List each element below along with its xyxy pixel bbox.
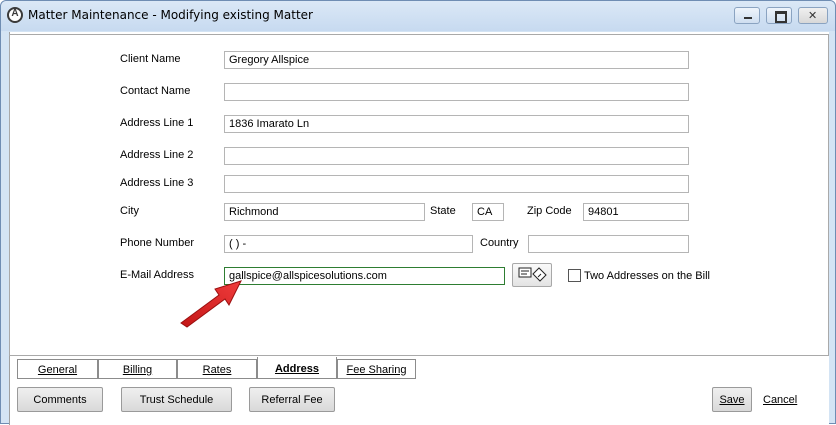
close-button[interactable] — [798, 7, 828, 24]
phone-number-field[interactable]: ( ) - — [224, 235, 473, 253]
country-label: Country — [480, 237, 519, 249]
country-field[interactable] — [528, 235, 689, 253]
tab-address[interactable]: Address — [257, 357, 337, 379]
zip-code-field[interactable]: 94801 — [583, 203, 689, 221]
address-line-2-label: Address Line 2 — [120, 149, 194, 161]
two-addresses-checkbox[interactable] — [568, 269, 581, 282]
zip-code-label: Zip Code — [527, 205, 572, 217]
address-line-3-label: Address Line 3 — [120, 177, 194, 189]
address-line-3-field[interactable] — [224, 175, 689, 193]
address-card-icon — [518, 267, 547, 282]
state-label: State — [430, 205, 456, 217]
client-name-field[interactable]: Gregory Allspice — [224, 51, 689, 69]
cancel-button[interactable]: Cancel — [763, 394, 797, 406]
comments-button[interactable]: Comments — [17, 387, 103, 412]
state-field[interactable]: CA — [472, 203, 504, 221]
red-arrow-annotation — [180, 280, 242, 328]
address-line-1-label: Address Line 1 — [120, 117, 194, 129]
tab-billing[interactable]: Billing — [98, 359, 177, 379]
maximize-button[interactable] — [766, 7, 792, 24]
client-name-label: Client Name — [120, 53, 181, 65]
email-address-field[interactable]: gallspice@allspicesolutions.com — [224, 267, 505, 285]
two-addresses-label[interactable]: Two Addresses on the Bill — [584, 270, 710, 282]
tab-fee-sharing[interactable]: Fee Sharing — [337, 359, 416, 379]
city-label: City — [120, 205, 139, 217]
address-card-button[interactable] — [512, 263, 552, 287]
title-bar: Matter Maintenance - Modifying existing … — [1, 1, 835, 31]
address-line-1-field[interactable]: 1836 Imarato Ln — [224, 115, 689, 133]
window-title: Matter Maintenance - Modifying existing … — [28, 8, 313, 22]
trust-schedule-button[interactable]: Trust Schedule — [121, 387, 232, 412]
city-field[interactable]: Richmond — [224, 203, 425, 221]
tab-rates[interactable]: Rates — [177, 359, 257, 379]
referral-fee-button[interactable]: Referral Fee — [249, 387, 335, 412]
contact-name-field[interactable] — [224, 83, 689, 101]
tab-general[interactable]: General — [17, 359, 98, 379]
contact-name-label: Contact Name — [120, 85, 191, 97]
matter-maintenance-window: Matter Maintenance - Modifying existing … — [0, 0, 836, 425]
phone-number-label: Phone Number — [120, 237, 194, 249]
app-logo-icon — [7, 7, 23, 23]
save-button[interactable]: Save — [712, 387, 752, 412]
address-line-2-field[interactable] — [224, 147, 689, 165]
minimize-button[interactable] — [734, 7, 760, 24]
